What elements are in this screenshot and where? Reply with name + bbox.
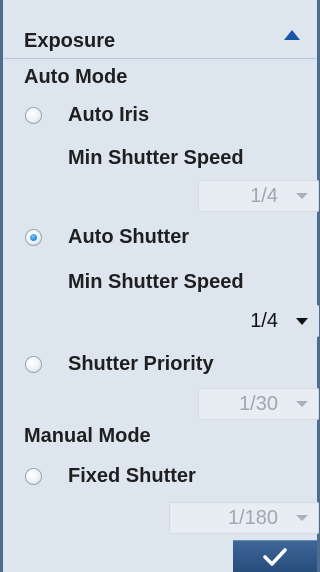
auto-shutter-min-shutter-label: Min Shutter Speed [68, 271, 244, 293]
shutter-priority-radio[interactable] [25, 356, 42, 373]
panel-header[interactable]: Exposure [3, 0, 317, 59]
auto-shutter-radio[interactable] [25, 229, 42, 246]
auto-shutter-label[interactable]: Auto Shutter [68, 225, 189, 249]
auto-mode-label: Auto Mode [24, 66, 128, 88]
fixed-shutter-value: 1/180 [227, 507, 278, 529]
auto-iris-min-shutter-label: Min Shutter Speed [68, 147, 244, 169]
apply-button[interactable] [233, 540, 317, 572]
chevron-down-icon [296, 318, 308, 325]
chevron-down-icon [296, 515, 308, 521]
shutter-priority-value: 1/30 [239, 393, 278, 415]
exposure-panel: Exposure Auto Mode Auto Iris Min Shutter… [0, 0, 320, 572]
panel-title: Exposure [24, 30, 116, 52]
auto-iris-shutter-value: 1/4 [250, 185, 278, 207]
manual-mode-label: Manual Mode [24, 425, 151, 447]
fixed-shutter-select: 1/180 [169, 502, 319, 534]
radio-selected-dot [30, 234, 37, 241]
shutter-priority-label[interactable]: Shutter Priority [68, 352, 214, 376]
auto-shutter-shutter-value: 1/4 [250, 310, 278, 332]
fixed-shutter-radio[interactable] [25, 468, 42, 485]
chevron-down-icon [296, 193, 308, 199]
shutter-priority-select: 1/30 [198, 388, 319, 420]
fixed-shutter-label[interactable]: Fixed Shutter [68, 464, 196, 488]
triangle-up-icon[interactable] [284, 30, 300, 40]
auto-iris-radio[interactable] [25, 107, 42, 124]
auto-shutter-shutter-select[interactable]: 1/4 [198, 305, 319, 337]
chevron-down-icon [296, 401, 308, 407]
auto-iris-label[interactable]: Auto Iris [68, 103, 149, 127]
auto-iris-shutter-select: 1/4 [198, 180, 319, 212]
checkmark-icon [263, 548, 287, 566]
